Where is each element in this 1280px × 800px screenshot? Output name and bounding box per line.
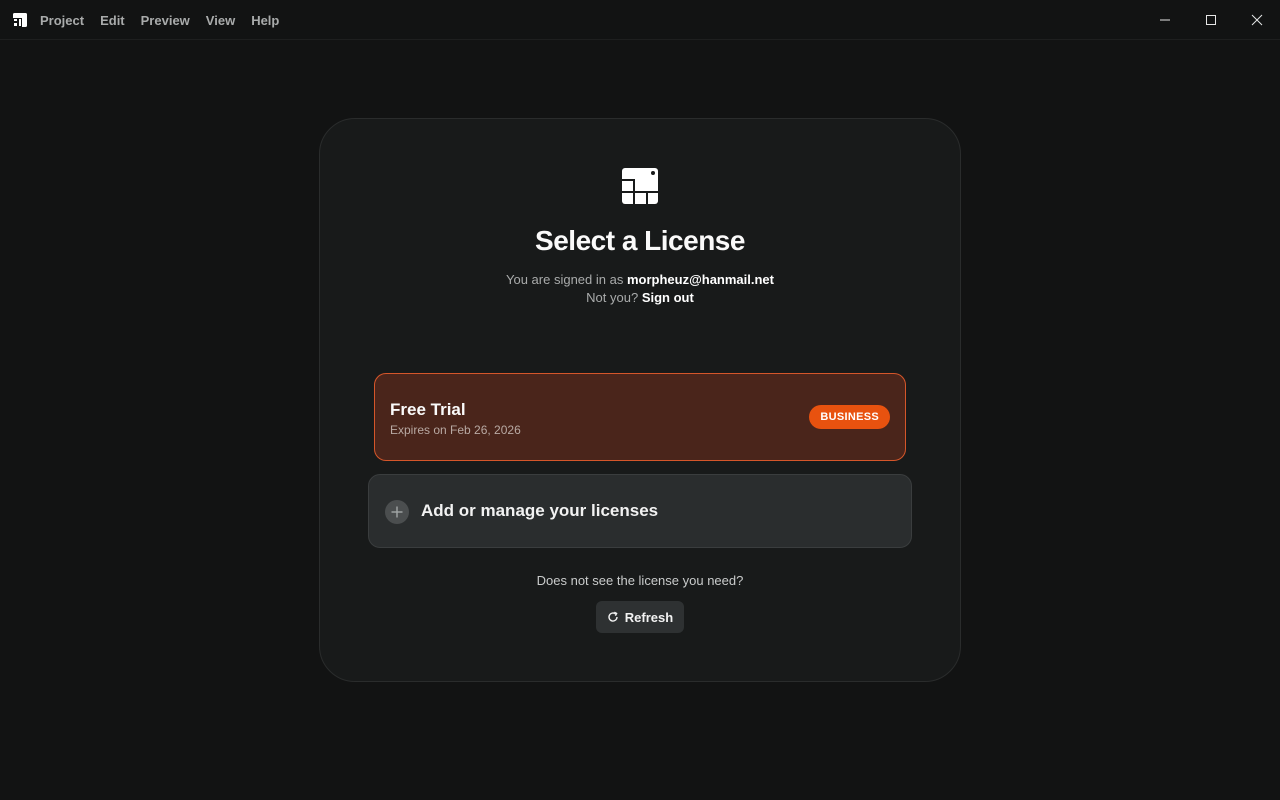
not-you-text: Not you? Sign out [320,290,960,305]
missing-license-hint: Does not see the license you need? [536,573,744,588]
signed-in-text: You are signed in as morpheuz@hanmail.ne… [320,272,960,287]
menu-help[interactable]: Help [243,9,287,32]
refresh-button[interactable]: Refresh [596,601,684,633]
menu-project[interactable]: Project [32,9,92,32]
add-manage-licenses-button[interactable]: Add or manage your licenses [368,474,912,548]
user-email: morpheuz@hanmail.net [626,272,774,287]
close-icon [1251,14,1263,26]
not-you-label: Not you? [586,290,639,305]
plus-icon [385,500,409,524]
dialog-title: Select a License [535,225,745,256]
sign-out-link[interactable]: Sign out [642,290,694,305]
license-name: Free Trial [390,400,466,419]
plan-badge: BUSINESS [809,405,890,429]
minimize-button[interactable] [1142,0,1188,40]
menu-edit[interactable]: Edit [92,9,133,32]
manage-licenses-label: Add or manage your licenses [421,501,659,520]
menu-preview[interactable]: Preview [133,9,198,32]
license-dialog: Select a License You are signed in as mo… [319,118,961,682]
app-logo-icon[interactable] [13,13,27,27]
signed-in-prefix: You are signed in as [506,272,624,287]
license-expiry: Expires on Feb 26, 2026 [390,423,521,437]
license-option-free-trial[interactable]: Free Trial Expires on Feb 26, 2026 BUSIN… [374,373,906,461]
refresh-label: Refresh [624,609,674,625]
refresh-icon [608,611,618,622]
menu-bar: Project Edit Preview View Help [32,0,287,40]
title-bar: Project Edit Preview View Help [0,0,1280,40]
maximize-button[interactable] [1188,0,1234,40]
brand-logo-icon [622,168,658,204]
close-button[interactable] [1234,0,1280,40]
maximize-icon [1206,15,1216,25]
window-controls [1142,0,1280,40]
minimize-icon [1160,19,1170,21]
menu-view[interactable]: View [198,9,243,32]
